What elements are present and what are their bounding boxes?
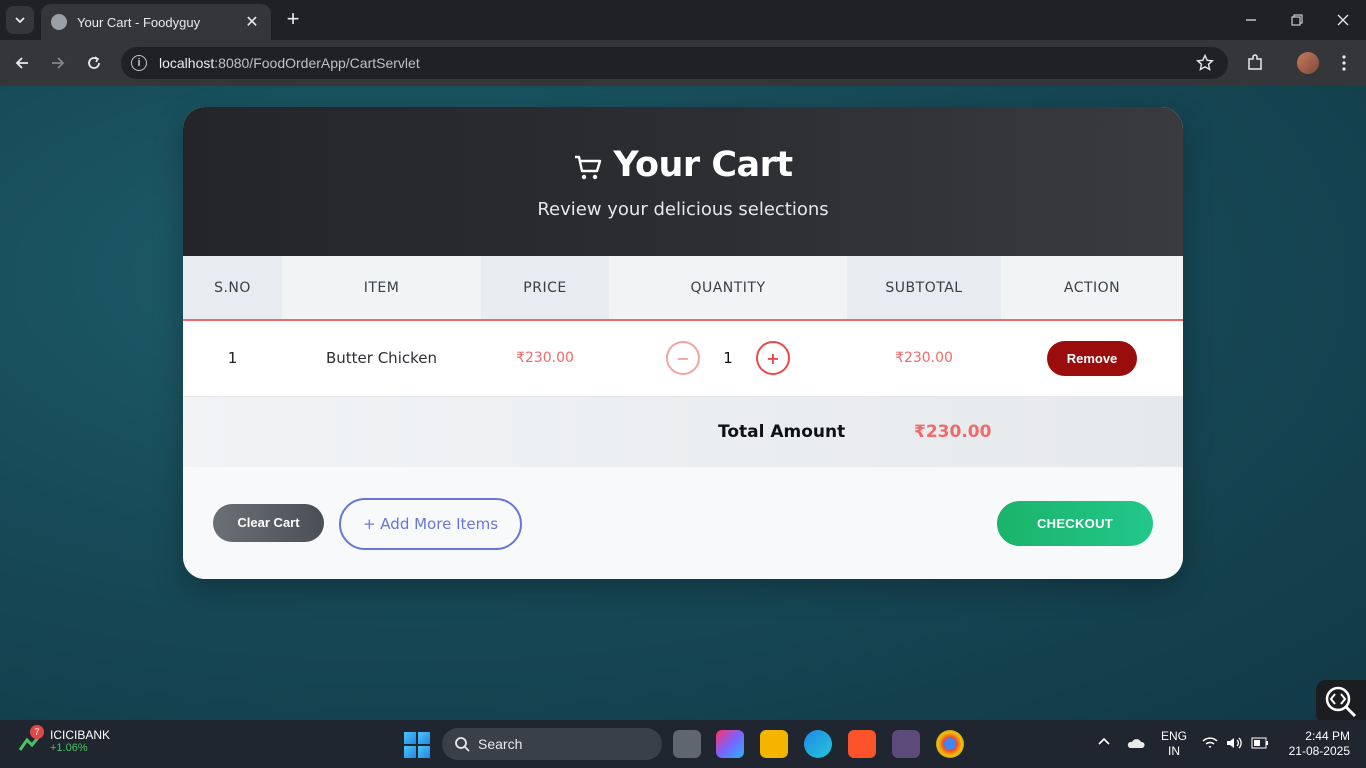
info-icon[interactable]: i — [131, 55, 147, 71]
arrow-right-icon — [52, 57, 65, 69]
browser-tab-active[interactable]: Your Cart - Foodyguy ✕ — [41, 4, 271, 40]
close-icon — [1337, 14, 1349, 26]
reload-icon — [88, 56, 100, 69]
chrome-browser-icon[interactable] — [936, 730, 964, 758]
new-tab-button[interactable]: + — [282, 8, 304, 32]
add-more-items-button[interactable]: + Add More Items — [339, 497, 522, 550]
checkout-button[interactable]: CHECKOUT — [997, 500, 1153, 546]
chevron-up-icon — [1098, 737, 1110, 745]
taskbar-search[interactable]: Search — [442, 728, 662, 760]
onedrive-icon[interactable] — [1126, 736, 1146, 754]
forward-button[interactable] — [45, 50, 71, 76]
globe-icon — [51, 14, 67, 30]
chevron-down-icon — [15, 17, 25, 24]
browser-tabstrip: Your Cart - Foodyguy ✕ + — [0, 0, 1366, 40]
cell-price: ₹230.00 — [481, 320, 609, 397]
close-window-button[interactable] — [1320, 0, 1366, 40]
column-header-subtotal: SUBTOTAL — [847, 256, 1001, 321]
cart-title-wrap: Your Cart — [183, 107, 1183, 185]
increase-quantity-button[interactable]: + — [756, 341, 790, 376]
total-label: Total Amount — [718, 421, 846, 442]
column-header-quantity: QUANTITY — [609, 256, 847, 321]
taskbar: 7 ICICIBANK +1.06% Search ENG IN 2:44 PM — [0, 720, 1366, 768]
restore-icon — [1291, 14, 1303, 26]
clock-time: 2:44 PM — [1305, 729, 1350, 743]
intellij-icon[interactable] — [892, 730, 920, 758]
tab-title: Your Cart - Foodyguy — [77, 14, 201, 30]
windows-logo-tile — [404, 746, 416, 758]
column-header-sno: S.NO — [183, 256, 282, 321]
cell-subtotal: ₹230.00 — [847, 320, 1001, 397]
language-code: ENG — [1160, 729, 1187, 743]
decrease-quantity-button[interactable]: − — [666, 341, 700, 376]
task-view-icon[interactable] — [673, 730, 701, 758]
arrow-left-icon — [15, 57, 28, 69]
search-code-icon — [1325, 686, 1357, 718]
cell-sno: 1 — [183, 320, 282, 397]
column-header-action: ACTION — [1001, 256, 1183, 321]
extensions-icon[interactable] — [1242, 50, 1268, 76]
restore-button[interactable] — [1274, 0, 1320, 40]
search-placeholder: Search — [478, 736, 523, 752]
address-bar[interactable]: i localhost:8080/FoodOrderApp/CartServle… — [121, 47, 1228, 79]
profile-avatar[interactable] — [1297, 52, 1319, 74]
table-row: 1 Butter Chicken ₹230.00 − 1 + ₹230.00 R… — [183, 320, 1183, 397]
cell-action: Remove — [1001, 320, 1183, 397]
search-icon — [455, 737, 470, 752]
cart-actions: Clear Cart + Add More Items CHECKOUT — [183, 466, 1183, 579]
back-button[interactable] — [9, 50, 35, 76]
windows-logo-tile — [418, 746, 430, 758]
stock-notification-badge: 7 — [30, 725, 44, 739]
stock-name: ICICIBANK — [50, 728, 111, 742]
google-lens-button[interactable] — [1316, 680, 1366, 724]
tab-search-button[interactable] — [6, 6, 34, 34]
stock-widget[interactable]: 7 ICICIBANK +1.06% — [18, 725, 111, 754]
show-hidden-icons[interactable] — [1097, 734, 1111, 752]
page-background: Your Cart Review your delicious selectio… — [0, 86, 1366, 724]
total-row: Total Amount ₹230.00 — [183, 396, 1183, 467]
minimize-icon — [1246, 19, 1256, 21]
page-title: Your Cart — [613, 145, 793, 185]
file-explorer-icon[interactable] — [760, 730, 788, 758]
language-indicator[interactable]: ENG IN — [1160, 729, 1188, 759]
total-value: ₹230.00 — [914, 421, 992, 442]
volume-icon[interactable] — [1226, 736, 1244, 754]
clock-date: 21-08-2025 — [1288, 744, 1350, 758]
quantity-value: 1 — [723, 349, 733, 368]
stock-change: +1.06% — [50, 742, 88, 754]
more-menu-icon[interactable] — [1331, 50, 1357, 76]
battery-icon[interactable] — [1251, 737, 1269, 753]
tab-close-icon[interactable]: ✕ — [243, 12, 261, 32]
table-header-row: S.NO ITEM PRICE QUANTITY SUBTOTAL ACTION — [183, 256, 1183, 321]
wifi-icon[interactable] — [1202, 736, 1218, 754]
shopping-cart-icon — [575, 155, 602, 180]
quantity-stepper: − 1 + — [609, 341, 847, 376]
windows-logo-tile — [418, 732, 430, 744]
start-button[interactable] — [404, 732, 430, 758]
page-subtitle: Review your delicious selections — [537, 199, 829, 220]
cart-header: Your Cart Review your delicious selectio… — [183, 107, 1183, 256]
remove-item-button[interactable]: Remove — [1047, 340, 1137, 376]
cart-card: Your Cart Review your delicious selectio… — [183, 107, 1183, 579]
url-host: localhost — [159, 55, 215, 71]
url-path: :8080/FoodOrderApp/CartServlet — [214, 55, 420, 71]
column-header-price: PRICE — [481, 256, 609, 321]
edge-browser-icon[interactable] — [804, 730, 832, 758]
minimize-button[interactable] — [1228, 0, 1274, 40]
url-text: localhost:8080/FoodOrderApp/CartServlet — [159, 55, 420, 71]
brave-browser-icon[interactable] — [848, 730, 876, 758]
stock-chart-icon: 7 — [18, 725, 44, 754]
reload-button[interactable] — [81, 50, 107, 76]
cell-item-name: Butter Chicken — [282, 320, 481, 397]
bookmark-star-icon[interactable] — [1195, 53, 1215, 77]
windows-logo-tile — [404, 732, 416, 744]
column-header-item: ITEM — [282, 256, 481, 321]
cell-quantity: − 1 + — [609, 320, 847, 397]
cart-table: S.NO ITEM PRICE QUANTITY SUBTOTAL ACTION… — [183, 256, 1183, 397]
clock[interactable]: 2:44 PM 21-08-2025 — [1284, 729, 1350, 759]
copilot-icon[interactable] — [716, 730, 744, 758]
language-region: IN — [1168, 744, 1180, 758]
clear-cart-button[interactable]: Clear Cart — [213, 503, 324, 542]
